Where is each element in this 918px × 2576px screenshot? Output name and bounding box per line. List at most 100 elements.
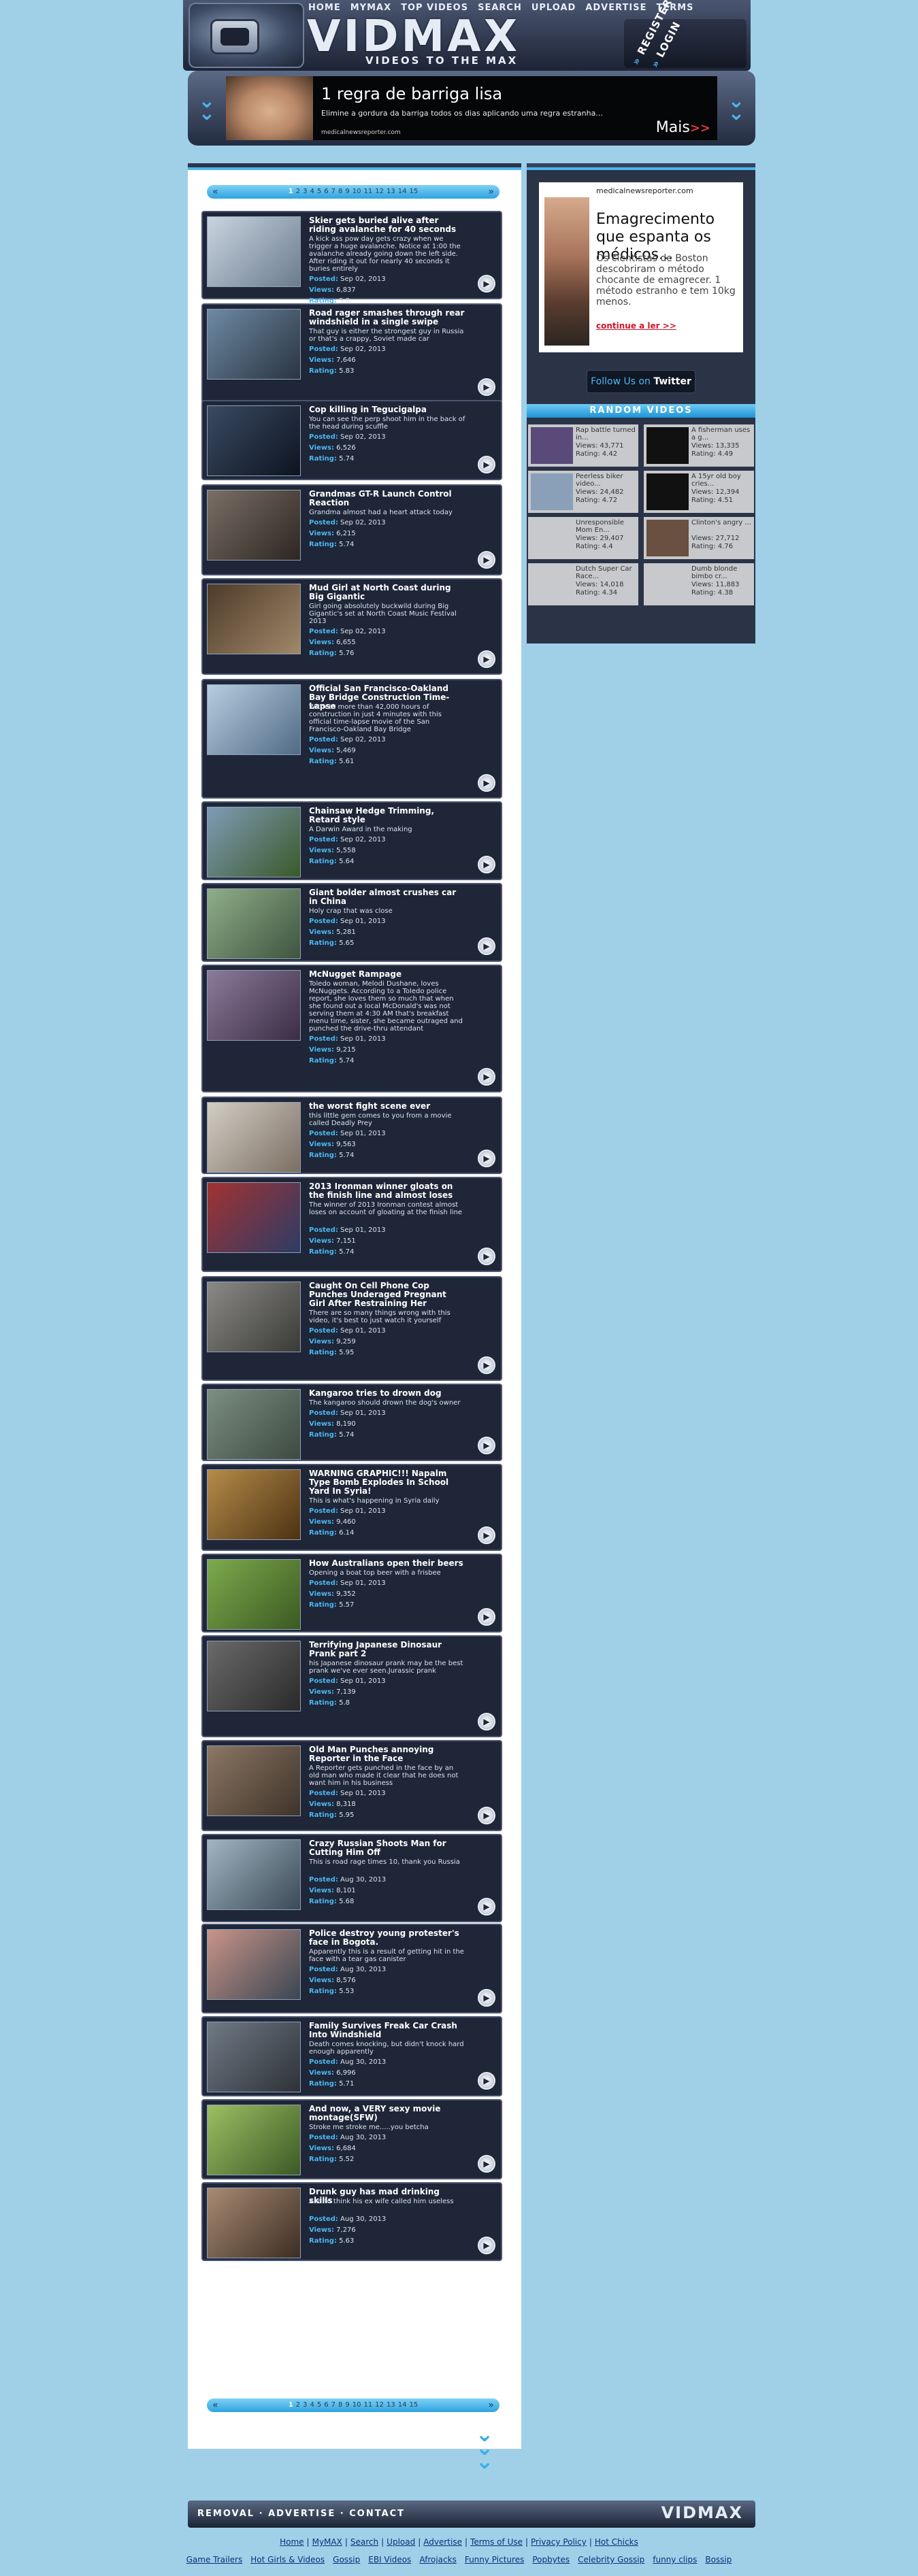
random-video-title[interactable]: Dutch Super Car Race... [576,565,637,580]
video-card[interactable]: Kangaroo tries to drown dog The kangaroo … [201,1384,502,1461]
ad-title[interactable]: 1 regra de barriga lisa [321,84,502,103]
footer-advertise-link[interactable]: ADVERTISE [268,2509,335,2519]
video-card[interactable]: Mud Girl at North Coast during Big Gigan… [201,578,502,675]
random-video-item[interactable]: A 15yr old boy cries... Views: 12,394 Rati… [644,471,754,513]
footer-link[interactable]: Home [280,2537,304,2547]
next-page-icon[interactable]: » [488,2398,494,2412]
site-logo[interactable] [188,3,304,68]
top-ad-banner[interactable]: ⌄ ⌄ ⌄ ⌄ 1 regra de barriga lisa Elimine a … [188,71,755,146]
video-thumbnail[interactable] [207,2022,301,2092]
back-to-top-icon[interactable]: ⌄ ⌄ ⌄ [471,2423,498,2472]
page-link-3[interactable]: 3 [303,2401,307,2409]
play-icon[interactable]: ▶ [478,456,495,473]
video-title[interactable]: Road rager smashes through rear windshie… [309,309,465,327]
page-link-3[interactable]: 3 [303,188,307,195]
video-thumbnail[interactable] [207,1469,301,1540]
footer-link[interactable]: Upload [387,2537,415,2547]
video-thumbnail[interactable] [207,1745,301,1816]
footer-logo[interactable]: VIDMAX [661,2503,743,2522]
video-thumbnail[interactable] [207,490,301,561]
random-video-title[interactable]: Rap battle turned in... [576,426,637,441]
video-thumbnail[interactable] [207,684,301,755]
play-icon[interactable]: ▶ [478,1898,495,1916]
video-thumbnail[interactable] [207,584,301,654]
video-title[interactable]: Chainsaw Hedge Trimming, Retard style [309,807,465,824]
page-link-13[interactable]: 13 [387,188,395,195]
video-card[interactable]: How Australians open their beers Opening … [201,1554,502,1633]
nav-advertise[interactable]: ADVERTISE [585,3,646,14]
video-thumbnail[interactable] [207,807,301,877]
page-link-4[interactable]: 4 [310,188,314,195]
video-thumbnail[interactable] [207,309,301,380]
footer-link[interactable]: MyMAX [312,2537,342,2547]
video-card[interactable]: Family Survives Freak Car Crash Into Win… [201,2016,502,2096]
partner-link[interactable]: Bossip [705,2555,732,2564]
video-thumbnail[interactable] [207,1929,301,2000]
play-icon[interactable]: ▶ [478,856,495,873]
random-video-thumbnail[interactable] [646,566,689,603]
page-link-8[interactable]: 8 [338,2401,342,2409]
video-card[interactable]: Police destroy young protester's face in… [201,1924,502,2013]
page-link-10[interactable]: 10 [353,188,361,195]
page-link-9[interactable]: 9 [345,188,349,195]
play-icon[interactable]: ▶ [478,1068,495,1086]
video-title[interactable]: Old Man Punches annoying Reporter in the… [309,1745,465,1763]
video-card[interactable]: Caught On Cell Phone Cop Punches Underag… [201,1276,502,1381]
random-video-title[interactable]: Clinton's angry ... [691,519,753,526]
page-link-5[interactable]: 5 [317,2401,321,2409]
page-link-10[interactable]: 10 [353,2401,361,2409]
video-title[interactable]: How Australians open their beers [309,1559,465,1568]
page-link-1[interactable]: 1 [289,2401,293,2409]
random-video-item[interactable]: A fisherman uses a g... Views: 13,335 Rati… [644,424,754,467]
page-link-15[interactable]: 15 [409,188,418,195]
sidebar-ad[interactable]: medicalnewsreporter.com Emagrecimento qu… [539,182,743,352]
video-thumbnail[interactable] [207,405,301,476]
video-card[interactable]: WARNING GRAPHIC!!! Napalm Type Bomb Expl… [201,1464,502,1551]
video-card[interactable]: McNugget Rampage Toledo woman, Melodi Dus… [201,965,502,1092]
play-icon[interactable]: ▶ [478,1807,495,1824]
play-icon[interactable]: ▶ [478,2072,495,2090]
page-link-12[interactable]: 12 [375,188,384,195]
footer-link[interactable]: Advertise [423,2537,462,2547]
video-thumbnail[interactable] [207,2105,301,2175]
page-link-9[interactable]: 9 [345,2401,349,2409]
random-video-item[interactable]: Unresponsible Mom En... Views: 29,407 Rati… [528,517,638,559]
video-card[interactable]: Giant bolder almost crushes car in China… [201,883,502,962]
random-video-thumbnail[interactable] [531,473,573,510]
random-video-title[interactable]: Unresponsible Mom En... [576,519,637,534]
page-link-11[interactable]: 11 [364,188,373,195]
partner-link[interactable]: Hot Girls & Videos [250,2555,325,2564]
page-link-15[interactable]: 15 [409,2401,418,2409]
page-link-6[interactable]: 6 [324,2401,328,2409]
random-video-title[interactable]: Dumb blonde bimbo cr... [691,565,753,580]
random-video-thumbnail[interactable] [646,473,689,510]
video-thumbnail[interactable] [207,1559,301,1630]
video-title[interactable]: Police destroy young protester's face in… [309,1929,465,1947]
play-icon[interactable]: ▶ [478,1713,495,1730]
previous-page-icon[interactable]: « [212,2398,218,2412]
next-page-icon[interactable]: » [488,185,494,199]
page-link-2[interactable]: 2 [296,188,300,195]
page-link-4[interactable]: 4 [310,2401,314,2409]
video-title[interactable]: Grandmas GT-R Launch Control Reaction [309,490,465,507]
page-link-6[interactable]: 6 [324,188,328,195]
video-thumbnail[interactable] [207,1102,301,1173]
video-thumbnail[interactable] [207,888,301,959]
ad-more-link[interactable]: Mais>> [656,119,710,136]
page-link-14[interactable]: 14 [398,188,407,195]
video-title[interactable]: Skier gets buried alive after riding ava… [309,216,465,234]
random-video-thumbnail[interactable] [646,520,689,556]
video-card[interactable]: Old Man Punches annoying Reporter in the… [201,1740,502,1831]
play-icon[interactable]: ▶ [478,1150,495,1167]
page-link-2[interactable]: 2 [296,2401,300,2409]
partner-link[interactable]: Game Trailers [186,2555,243,2564]
sidebar-ad-link[interactable]: continue a ler >> [596,321,676,331]
play-icon[interactable]: ▶ [478,1248,495,1265]
play-icon[interactable]: ▶ [478,378,495,396]
video-title[interactable]: Kangaroo tries to drown dog [309,1389,465,1398]
partner-link[interactable]: EBI Videos [368,2555,411,2564]
video-card[interactable]: And now, a VERY sexy movie montage(SFW) S… [201,2099,502,2179]
video-card[interactable]: Terrifying Japanese Dinosaur Prank part … [201,1635,502,1737]
random-video-item[interactable]: Dutch Super Car Race... Views: 14,018 Rati… [528,563,638,605]
video-thumbnail[interactable] [207,1282,301,1352]
